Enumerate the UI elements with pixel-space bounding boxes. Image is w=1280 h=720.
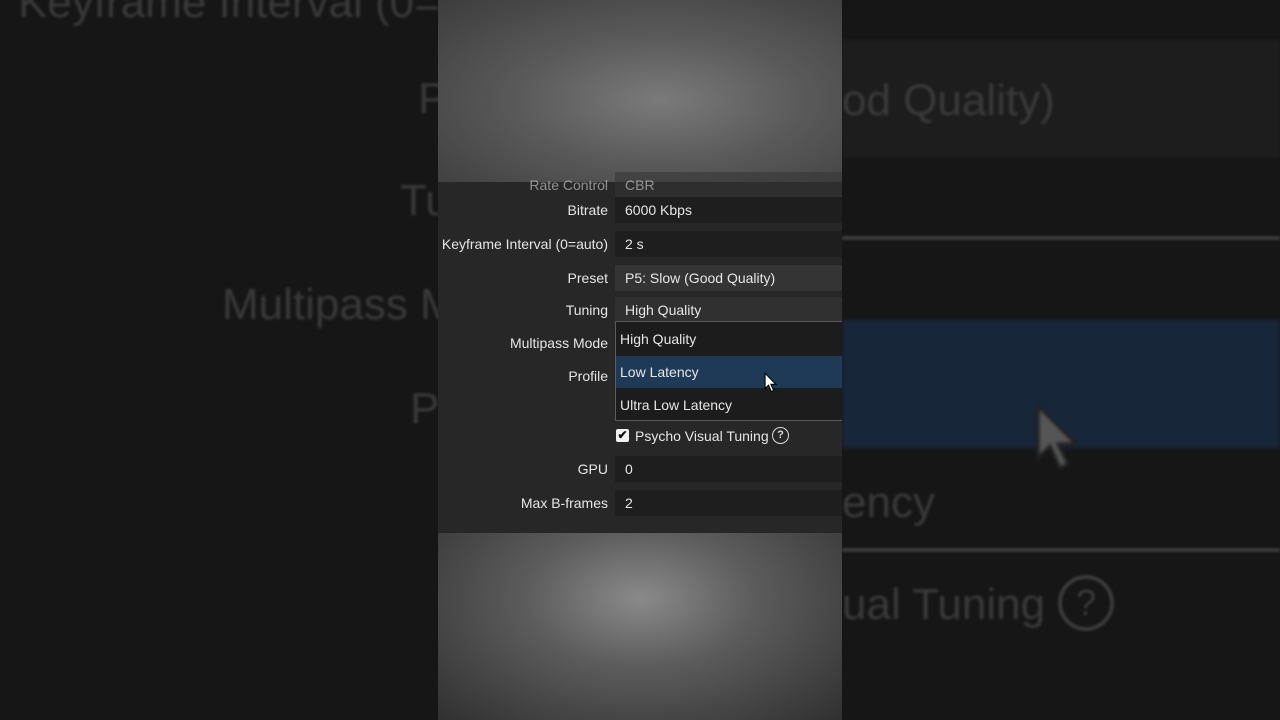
tuning-label: Tuning (565, 302, 608, 318)
gpu-label: GPU (577, 461, 608, 477)
tuning-combo[interactable]: High Quality (615, 297, 842, 323)
gpu-input[interactable]: 0 (615, 456, 842, 482)
ghost-text-quality: od Quality) (842, 76, 1055, 125)
ghost-divider-2 (842, 548, 1280, 552)
preset-combo[interactable]: P5: Slow (Good Quality) (615, 265, 842, 291)
encoder-settings-panel: Rate Control CBR Bitrate 6000 Kbps Keyfr… (438, 172, 842, 533)
rate-control-combo[interactable]: CBR (615, 172, 842, 198)
profile-label: Profile (568, 368, 608, 384)
gpu-row: GPU 0 (438, 456, 842, 482)
center-video-strip: Rate Control CBR Bitrate 6000 Kbps Keyfr… (438, 0, 842, 720)
rate-control-row: Rate Control CBR (438, 172, 842, 198)
bitrate-label: Bitrate (567, 202, 608, 218)
keyframe-label: Keyframe Interval (0=auto) (441, 236, 608, 252)
background-zoom-left: Keyframe Interval (0= P Tu Multipass M P (0, 0, 438, 720)
blurred-top-area (438, 0, 842, 182)
ghost-text-multipass: Multipass M (222, 280, 438, 329)
tuning-option-low-latency[interactable]: Low Latency (616, 356, 842, 388)
ghost-text-tuning: Tu (400, 176, 438, 225)
max-bframes-input[interactable]: 2 (615, 490, 842, 516)
ghost-text-profile: P (410, 384, 438, 433)
bitrate-row: Bitrate 6000 Kbps (438, 197, 842, 223)
rate-control-label: Rate Control (529, 177, 608, 193)
preset-row: Preset P5: Slow (Good Quality) (438, 265, 842, 291)
ghost-question-circle-icon: ? (1058, 575, 1114, 631)
ghost-text-latency: ency (842, 478, 935, 527)
multipass-label: Multipass Mode (509, 335, 608, 351)
ghost-divider (842, 236, 1280, 240)
max-bframes-row: Max B-frames 2 (438, 490, 842, 516)
max-bframes-label: Max B-frames (520, 495, 608, 511)
question-circle-icon[interactable]: ? (772, 427, 789, 444)
keyframe-input[interactable]: 2 s (615, 231, 842, 257)
keyframe-row: Keyframe Interval (0=auto) 2 s (438, 231, 842, 257)
ghost-mouse-cursor-icon (1036, 402, 1080, 471)
tuning-dropdown-list: High Quality Low Latency Ultra Low Laten… (615, 321, 842, 421)
psycho-visual-checkbox[interactable]: ✔ (616, 429, 629, 442)
ghost-text-keyframe: Keyframe Interval (0= (18, 0, 438, 27)
tuning-option-ultra-low-latency[interactable]: Ultra Low Latency (616, 389, 842, 421)
ghost-text-preset: P (418, 74, 438, 123)
tuning-row: Tuning High Quality (438, 297, 842, 323)
blurred-bottom-area (438, 533, 842, 720)
bitrate-input[interactable]: 6000 Kbps (615, 197, 842, 223)
background-zoom-right: od Quality) ency ual Tuning ? (842, 0, 1280, 720)
psycho-visual-label[interactable]: Psycho Visual Tuning (635, 428, 769, 445)
mouse-cursor-icon (764, 372, 778, 393)
tuning-option-high-quality[interactable]: High Quality (616, 323, 842, 355)
preset-label: Preset (567, 270, 608, 286)
ghost-text-tuning-right: ual Tuning (842, 580, 1046, 629)
